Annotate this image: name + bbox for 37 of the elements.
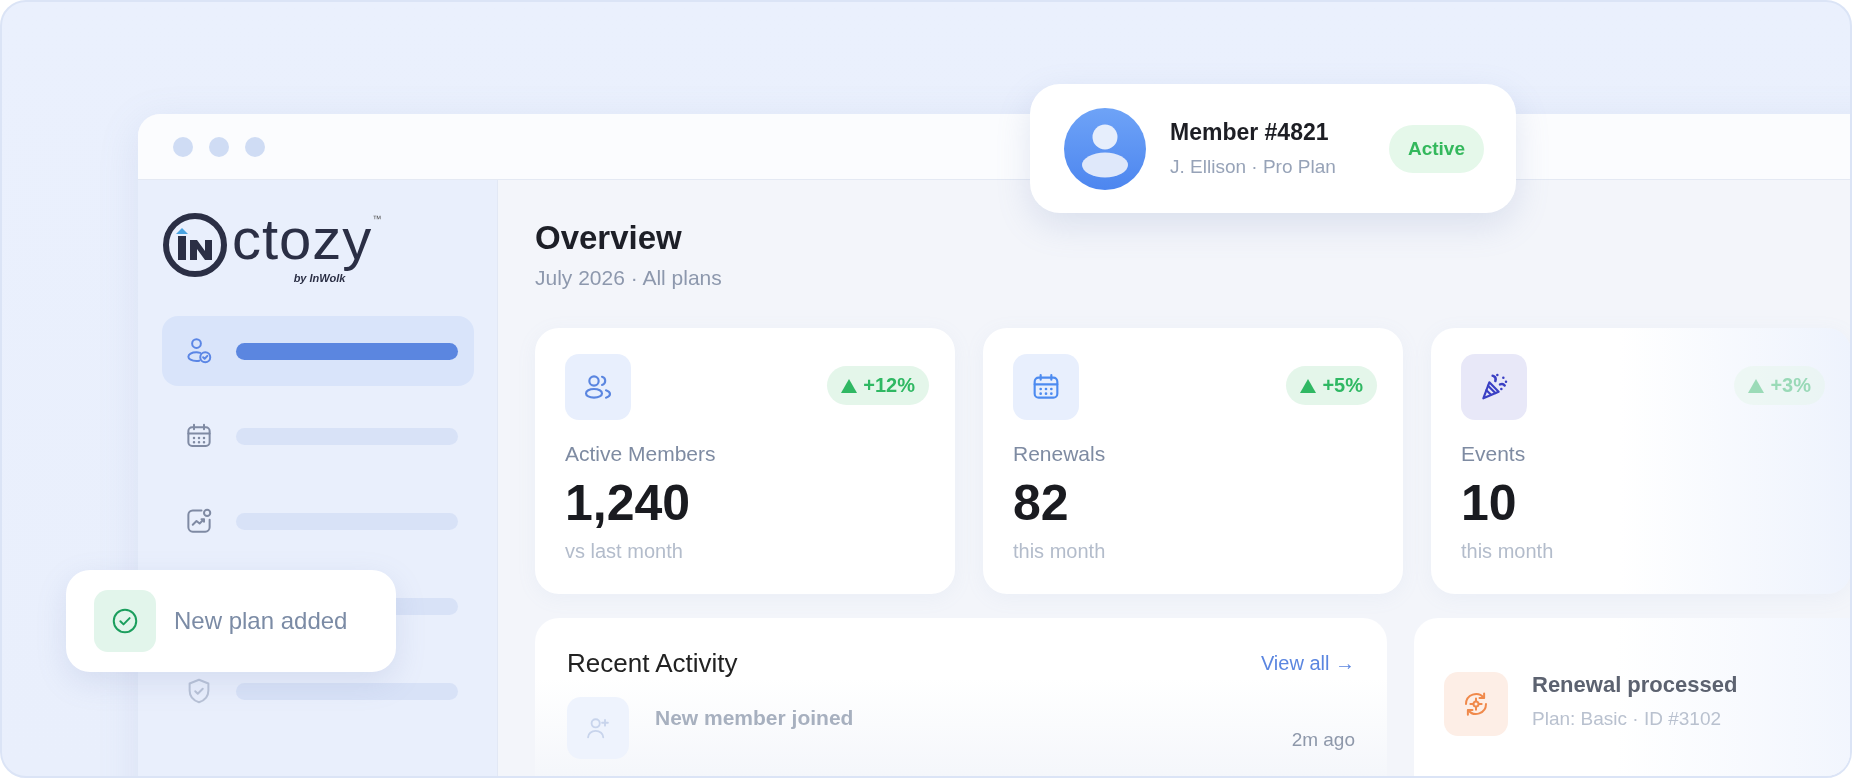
stat-value: 1,240 [565, 474, 692, 532]
logo-tagline: by InWolk [291, 272, 348, 284]
stat-label: Active Members [565, 442, 717, 466]
stat-label: Renewals [1013, 442, 1107, 466]
up-triangle-icon [1300, 378, 1317, 393]
stat-label: Events [1461, 442, 1527, 466]
member-plan: J. Ellison · Pro Plan [1170, 156, 1337, 178]
logo-mark-icon [162, 212, 228, 278]
stat-value: 82 [1013, 474, 1070, 532]
page-subtitle: July 2026 · All plans [535, 266, 723, 290]
activity-subtitle: Plan: Basic · ID #3102 [1532, 708, 1723, 730]
page-title: Overview [535, 218, 683, 258]
toast-message: New plan added [174, 607, 348, 635]
change-value: +5% [1322, 374, 1363, 397]
member-name: Member #4821 [1170, 119, 1330, 146]
user-check-icon [184, 336, 214, 366]
change-value: +12% [863, 374, 915, 397]
stat-note: this month [1013, 540, 1107, 563]
trademark-mark: ™ [372, 214, 382, 224]
chart-icon [184, 506, 214, 536]
nav-item[interactable] [162, 316, 474, 386]
change-value: +3% [1770, 374, 1811, 397]
card-title: Recent Activity [567, 648, 738, 679]
stat-note: vs last month [565, 540, 684, 563]
stat-value: 10 [1461, 474, 1518, 532]
window-dot [173, 136, 193, 157]
view-all-link[interactable]: View all → [1260, 652, 1355, 675]
status-badge: Active [1388, 124, 1484, 173]
window-dot [245, 136, 265, 157]
stat-note: this month [1461, 540, 1555, 563]
window-dot [209, 136, 229, 157]
activity-title: New member joined [655, 706, 854, 730]
check-circle-icon [110, 606, 140, 636]
activity-title: Renewal processed [1532, 672, 1738, 698]
up-triangle-icon [1748, 378, 1765, 393]
up-triangle-icon [841, 378, 858, 393]
activity-time: 2m ago [1291, 729, 1355, 751]
